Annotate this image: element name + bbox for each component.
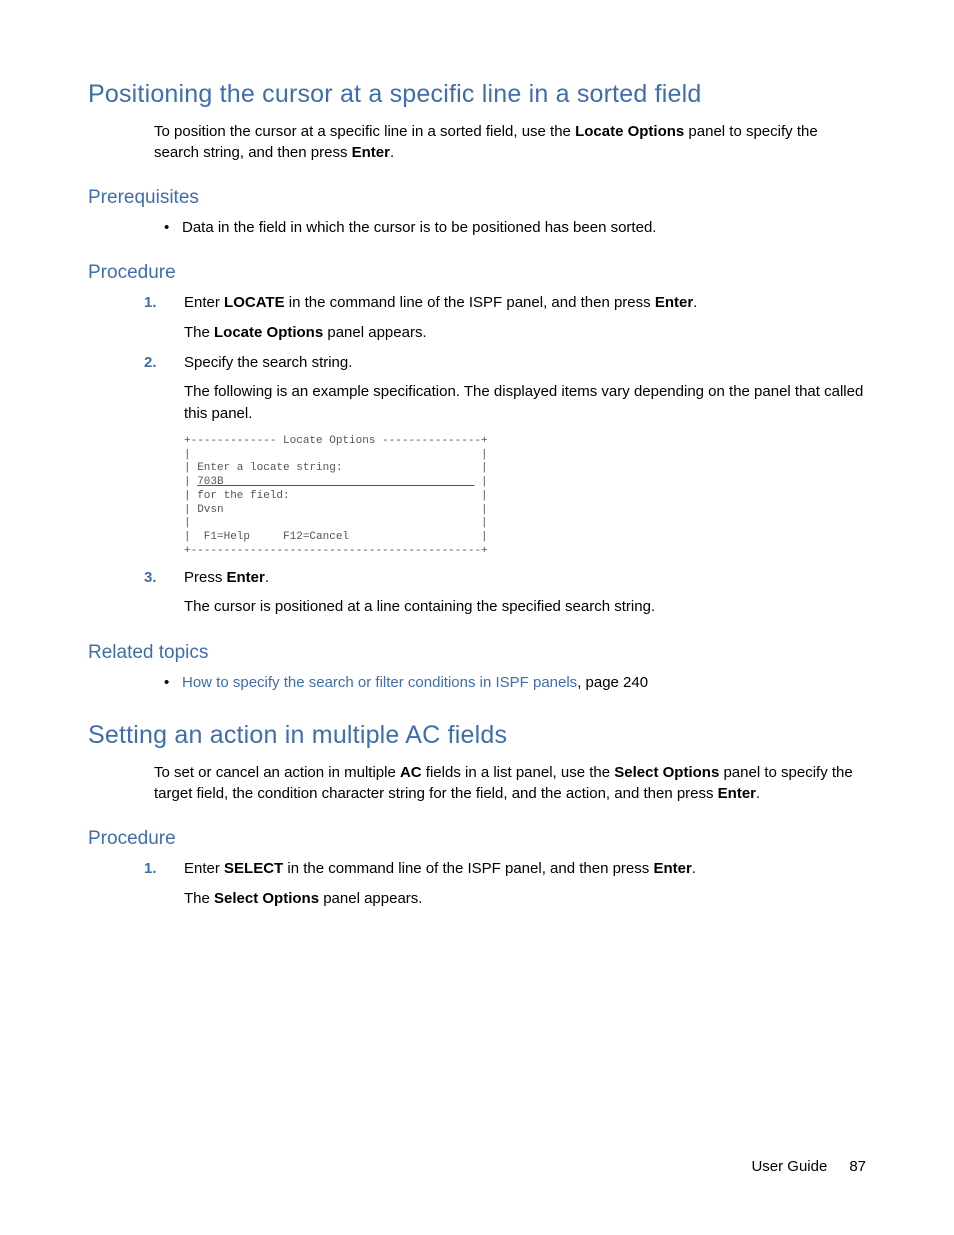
heading-positioning: Positioning the cursor at a specific lin… (88, 80, 866, 109)
code-underline: 703B (197, 476, 474, 488)
code-line: | (474, 476, 487, 488)
intro-paragraph: To set or cancel an action in multiple A… (154, 762, 866, 804)
text: in the command line of the ISPF panel, a… (285, 294, 655, 311)
text-bold: Enter (655, 294, 693, 311)
text: Specify the search string. (184, 354, 352, 371)
code-line: | F1=Help F12=Cancel | (184, 531, 488, 543)
heading-procedure: Procedure (88, 262, 866, 284)
list-item: Data in the field in which the cursor is… (154, 217, 866, 238)
text: Press (184, 569, 227, 586)
text-bold: Select Options (614, 764, 719, 781)
code-line: | Dvsn | (184, 504, 488, 516)
step-number: 2. (144, 352, 157, 374)
procedure-list: 1. Enter LOCATE in the command line of t… (140, 292, 866, 618)
code-line: | for the field: | (184, 490, 488, 502)
text: Enter (184, 860, 224, 877)
text: , page 240 (577, 674, 648, 691)
step-3: 3. Press Enter. The cursor is positioned… (140, 567, 866, 619)
text: fields in a list panel, use the (422, 764, 615, 781)
text: . (265, 569, 269, 586)
text-bold: SELECT (224, 860, 283, 877)
text: To position the cursor at a specific lin… (154, 123, 575, 140)
code-block-locate-options: +------------- Locate Options ----------… (184, 435, 866, 559)
step-1: 1. Enter LOCATE in the command line of t… (140, 292, 866, 344)
related-link[interactable]: How to specify the search or filter cond… (182, 674, 577, 691)
text-bold: Enter (718, 785, 756, 802)
text: The cursor is positioned at a line conta… (184, 596, 866, 618)
code-line: +------------- Locate Options ----------… (184, 435, 488, 447)
heading-related-topics: Related topics (88, 642, 866, 664)
text: The (184, 890, 214, 907)
code-line: | (184, 476, 197, 488)
procedure-list: 1. Enter SELECT in the command line of t… (140, 858, 866, 910)
text: . (692, 860, 696, 877)
text: in the command line of the ISPF panel, a… (283, 860, 653, 877)
text: . (390, 144, 394, 161)
intro-paragraph: To position the cursor at a specific lin… (154, 121, 866, 163)
prereq-list: Data in the field in which the cursor is… (154, 217, 866, 238)
code-line: | | (184, 517, 488, 529)
page: Positioning the cursor at a specific lin… (0, 0, 954, 1235)
list-item: How to specify the search or filter cond… (154, 672, 866, 693)
text-bold: Locate Options (575, 123, 684, 140)
page-number: 87 (849, 1158, 866, 1175)
heading-procedure: Procedure (88, 828, 866, 850)
footer-label: User Guide (751, 1158, 827, 1175)
text: The (184, 324, 214, 341)
code-line: +---------------------------------------… (184, 545, 488, 557)
text-bold: Locate Options (214, 324, 323, 341)
text: The following is an example specificatio… (184, 381, 866, 425)
text-bold: Enter (352, 144, 390, 161)
heading-setting-ac: Setting an action in multiple AC fields (88, 721, 866, 750)
text-bold: Enter (653, 860, 691, 877)
heading-prerequisites: Prerequisites (88, 187, 866, 209)
text: . (693, 294, 697, 311)
step-1: 1. Enter SELECT in the command line of t… (140, 858, 866, 910)
step-number: 3. (144, 567, 157, 589)
code-line: | | (184, 449, 488, 461)
step-2: 2. Specify the search string. The follow… (140, 352, 866, 559)
text: . (756, 785, 760, 802)
text: To set or cancel an action in multiple (154, 764, 400, 781)
text-bold: LOCATE (224, 294, 285, 311)
related-list: How to specify the search or filter cond… (154, 672, 866, 693)
text: panel appears. (319, 890, 422, 907)
page-footer: User Guide 87 (751, 1158, 866, 1175)
text: panel appears. (323, 324, 426, 341)
text-bold: Enter (227, 569, 265, 586)
code-line: | Enter a locate string: | (184, 462, 488, 474)
text-bold: AC (400, 764, 422, 781)
step-number: 1. (144, 858, 157, 880)
text-bold: Select Options (214, 890, 319, 907)
text: Enter (184, 294, 224, 311)
step-number: 1. (144, 292, 157, 314)
